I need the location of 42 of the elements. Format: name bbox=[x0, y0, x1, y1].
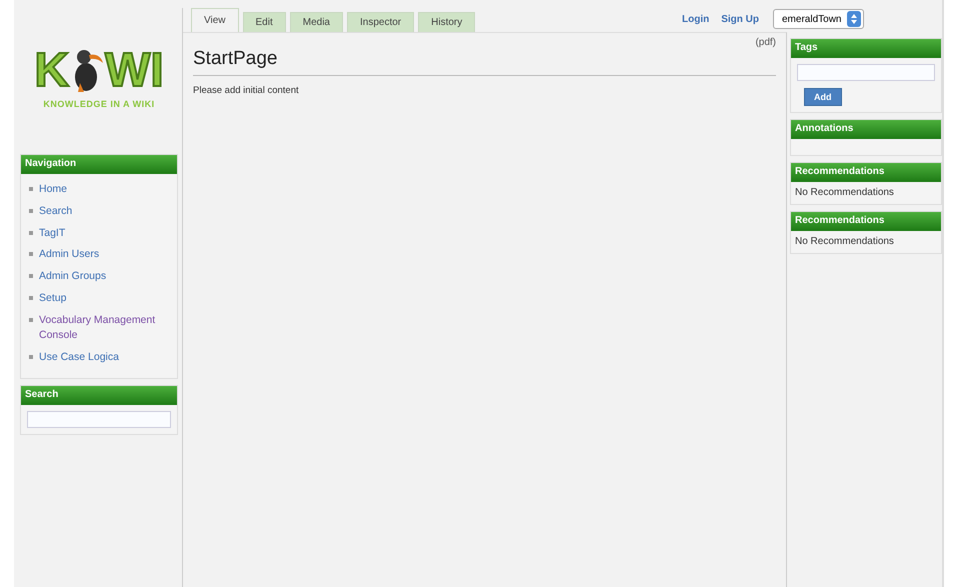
panel-header: Search bbox=[21, 386, 177, 405]
nav-link[interactable]: Search bbox=[39, 204, 72, 220]
nav-link[interactable]: Vocabulary Management Console bbox=[39, 312, 177, 344]
panel-text: No Recommendations bbox=[794, 186, 895, 198]
page-title: StartPage bbox=[193, 48, 776, 76]
tab[interactable]: Media bbox=[290, 12, 343, 32]
pdf-link[interactable]: (pdf) bbox=[755, 37, 776, 48]
logo-text: WI bbox=[105, 47, 164, 95]
logo-tagline: KNOWLEDGE IN A WIKI bbox=[43, 99, 155, 109]
panel-header: Navigation bbox=[21, 155, 177, 174]
bullet-icon bbox=[29, 187, 33, 191]
search-field[interactable] bbox=[27, 410, 171, 428]
add-button[interactable]: Add bbox=[804, 88, 842, 106]
nav-link[interactable]: Home bbox=[39, 182, 68, 198]
panel-header: Recommendations bbox=[791, 163, 941, 182]
nav-link[interactable]: Admin Groups bbox=[39, 269, 106, 285]
bullet-icon bbox=[29, 355, 33, 359]
bullet-icon bbox=[29, 274, 33, 278]
logo-text: K bbox=[34, 47, 70, 95]
tab[interactable]: History bbox=[418, 12, 476, 32]
panel-header: Tags bbox=[791, 39, 941, 58]
bullet-icon bbox=[29, 230, 33, 234]
tab[interactable]: Edit bbox=[242, 12, 286, 32]
panel-text: No Recommendations bbox=[794, 235, 895, 247]
header-link[interactable]: Sign Up bbox=[721, 14, 759, 24]
stepper-icon bbox=[847, 11, 862, 27]
nav-link[interactable]: Use Case Logica bbox=[39, 350, 119, 366]
panel-header: Recommendations bbox=[791, 212, 941, 231]
bullet-icon bbox=[29, 318, 33, 322]
panel-header: Annotations bbox=[791, 120, 941, 139]
tag-field[interactable] bbox=[797, 64, 935, 81]
wiki-select[interactable]: emeraldTown bbox=[773, 9, 864, 29]
tab[interactable]: Inspector bbox=[346, 12, 414, 32]
bullet-icon bbox=[29, 296, 33, 300]
nav-link[interactable]: TagIT bbox=[39, 226, 66, 242]
header-link[interactable]: Login bbox=[682, 14, 710, 24]
bullet-icon bbox=[29, 208, 33, 213]
tab[interactable]: View bbox=[191, 8, 238, 32]
nav-link[interactable]: Admin Users bbox=[39, 247, 100, 263]
page-body-text: Please add initial content bbox=[193, 85, 300, 96]
nav-link[interactable]: Setup bbox=[39, 290, 66, 306]
bullet-icon bbox=[29, 252, 33, 256]
